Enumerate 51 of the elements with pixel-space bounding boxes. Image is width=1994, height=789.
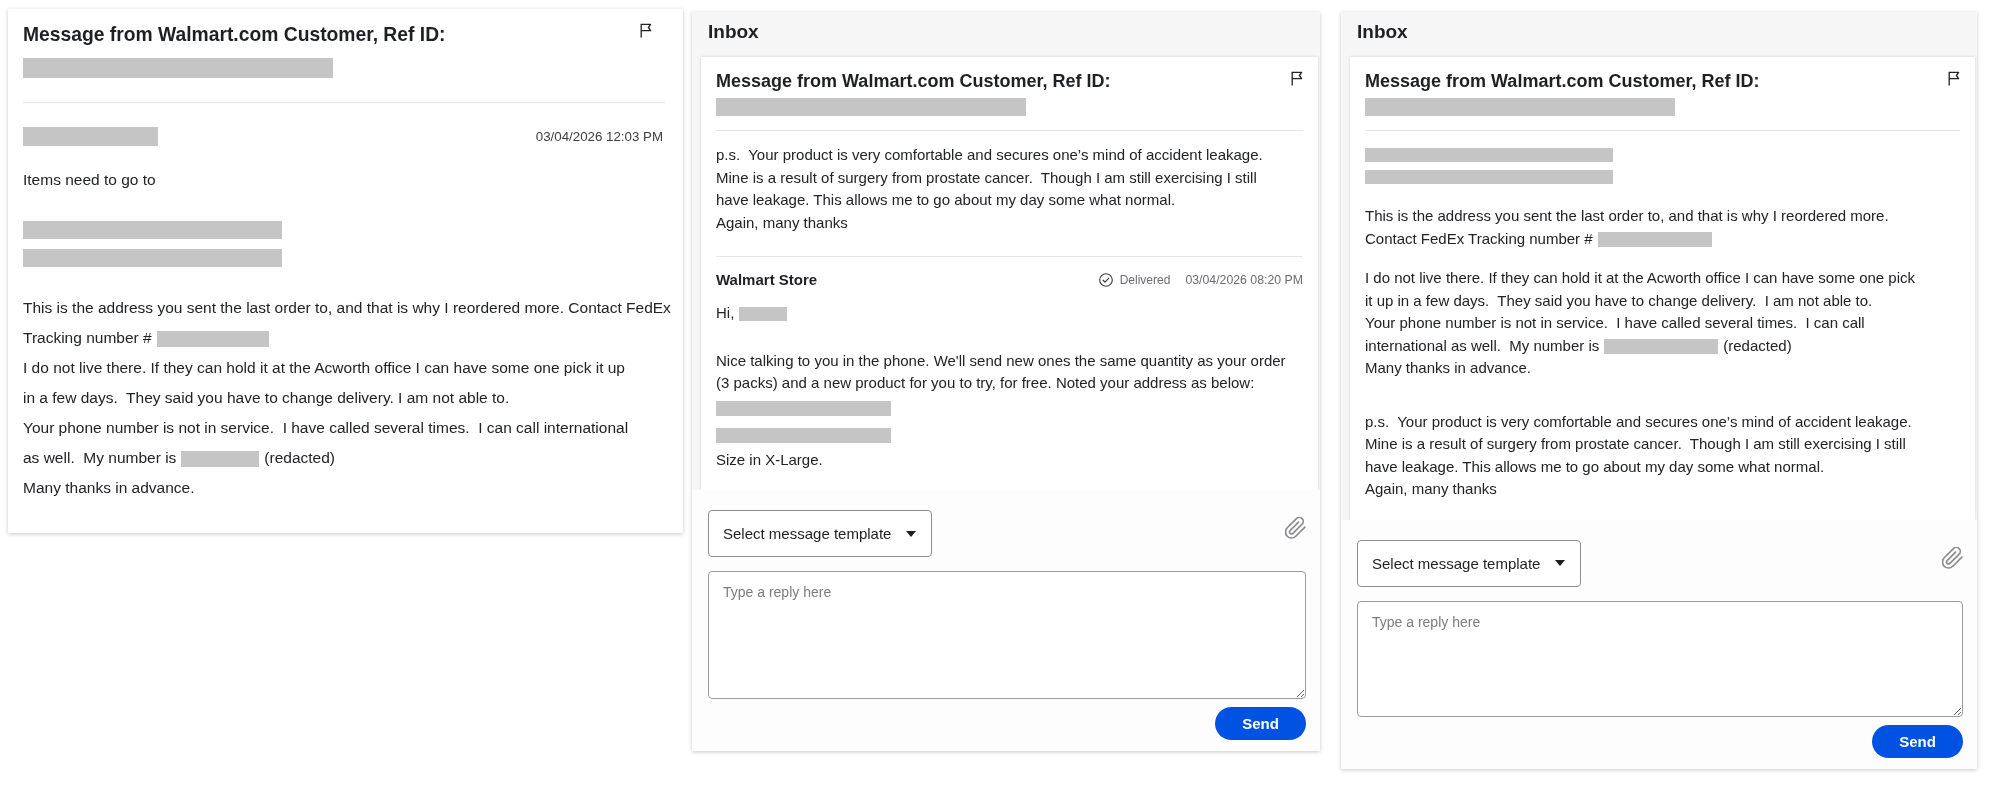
message-text: Again, many thanks	[716, 213, 848, 231]
message-text: (redacted)	[264, 449, 335, 466]
message-text: Many thanks in advance.	[23, 479, 195, 496]
message-text: p.s. Your product is very comfortable and secures one’s mind of accident leakage.	[1365, 412, 1912, 430]
message-text: This is the address you sent the last order to, and that is why I reordered more.	[1365, 207, 1889, 224]
message-title: Message from Walmart.com Customer, Ref ID:	[716, 70, 1111, 93]
message-text: Mine is a result of surgery from prostate cancer. Though I am still exercising I still	[1365, 435, 1906, 452]
message-text: Your phone number is not in service. I have called several times. I can call	[1365, 314, 1865, 331]
paperclip-icon[interactable]	[1942, 546, 1963, 569]
caret-icon	[906, 530, 917, 537]
panel-heading: Inbox	[1356, 20, 1409, 44]
message-text: I do not live there. If they can hold it at the Acworth office I can have some one pick it up in a few days. They said you have to change delivery. I am not able to.	[1365, 269, 1917, 309]
message-text: Nice talking to you in the phone. We'll send new ones the same quantity as your order (3 packs) and a new product for you to try, for free. Noted your address as below:	[716, 351, 1287, 391]
message-text: Contact FedEx Tracking number #	[1365, 229, 1593, 247]
send-button[interactable]: Send	[1215, 707, 1306, 740]
message-title: Message from Walmart.com Customer, Ref ID:	[23, 23, 446, 47]
message-text: Hi,	[716, 304, 735, 321]
send-button[interactable]: Send	[1872, 724, 1963, 758]
message-text: Items need to go to	[23, 171, 156, 188]
message-timestamp: 03/04/2026 08:20 PM	[1185, 272, 1303, 287]
message-timestamp: 03/04/2026 12:03 PM	[535, 129, 663, 144]
template-dropdown[interactable]: Select message template	[1357, 539, 1582, 587]
message-text: p.s. Your product is very comfortable and secures one’s mind of accident leakage.	[716, 146, 1263, 163]
message-text: have leakage. This allows me to go about my day some what normal.	[1365, 457, 1825, 475]
flag-icon[interactable]	[640, 23, 652, 38]
message-text: Many thanks in advance.	[1365, 359, 1531, 376]
message-text: Tracking number #	[23, 329, 152, 346]
panel-heading: Inbox	[707, 20, 760, 44]
message-text: This is the address you sent the last order to, and that is why I reordered more. Contact FedEx	[23, 299, 671, 316]
template-dropdown[interactable]: Select message template	[708, 510, 933, 557]
message-text: Your phone number is not in service. I have called several times. I can call international	[23, 419, 629, 436]
message-text: have leakage. This allows me to go about my day some what normal.	[716, 191, 1176, 208]
flag-icon[interactable]	[1948, 71, 1960, 86]
message-text: as well. My number is	[23, 449, 177, 466]
delivery-status: Delivered	[1119, 272, 1171, 287]
message-text: Mine is a result of surgery from prostate cancer. Though I am still exercising I still	[716, 168, 1257, 186]
flag-icon[interactable]	[1291, 71, 1303, 86]
redaction-bar	[739, 307, 788, 322]
reply-field[interactable]: Type a reply here	[708, 571, 1306, 699]
message-text: I do not live there. If they can hold it at the Acworth office I can have some one pick it up	[23, 359, 625, 376]
caret-icon	[1555, 560, 1566, 566]
message-text: international as well. My number is	[1365, 336, 1600, 354]
message-text: (redacted)	[1723, 336, 1792, 354]
reply-field[interactable]: Type a reply here	[1357, 600, 1963, 717]
message-title: Message from Walmart.com Customer, Ref ID:	[1365, 70, 1760, 93]
message-text: Size in X-Large.	[716, 450, 823, 468]
message-text: in a few days. They said you have to change delivery. I am not able to.	[23, 389, 510, 406]
paperclip-icon[interactable]	[1285, 517, 1306, 539]
check-circle-icon	[1098, 272, 1113, 287]
sender-name: Walmart Store	[716, 271, 818, 288]
message-text: Again, many thanks	[1365, 480, 1497, 497]
